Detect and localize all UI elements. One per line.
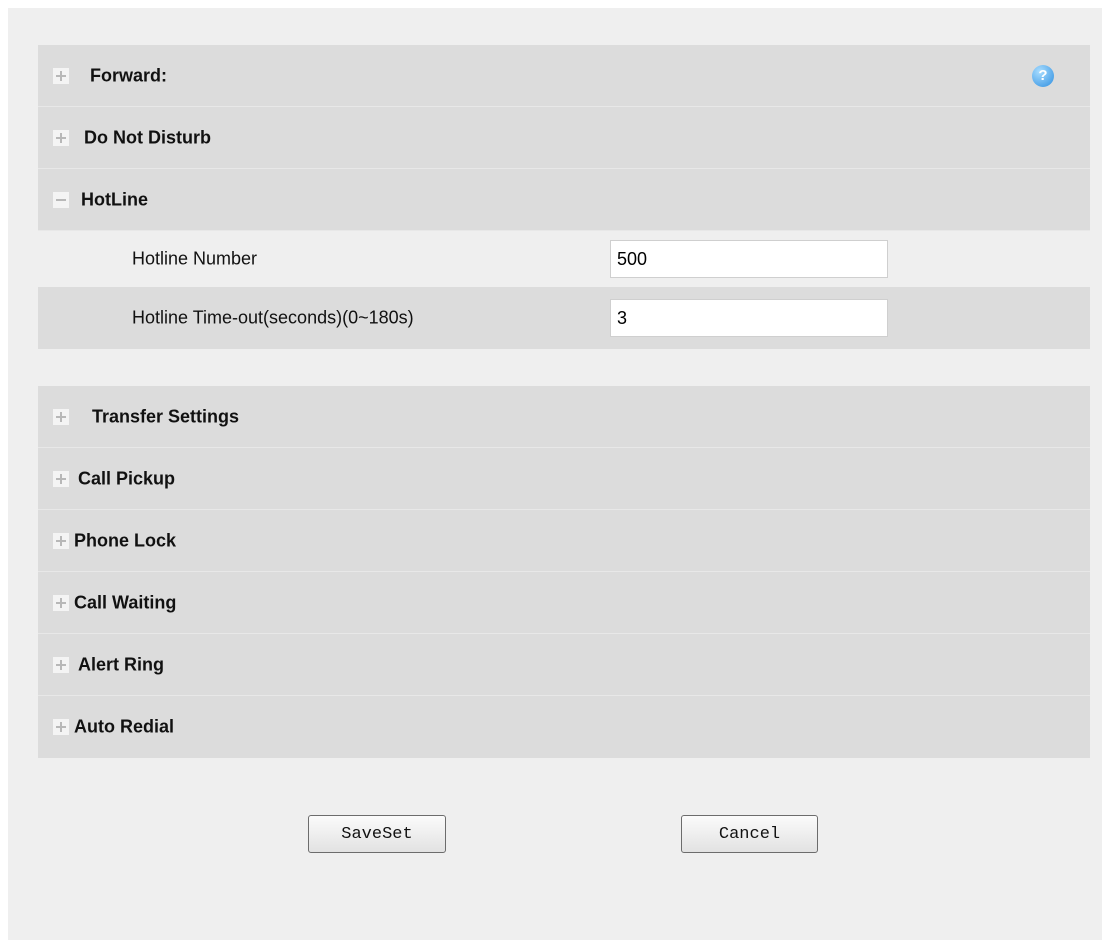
hotline-number-row: Hotline Number <box>38 231 1090 287</box>
cancel-button[interactable]: Cancel <box>681 815 818 853</box>
section-call-pickup-label: Call Pickup <box>78 468 176 488</box>
settings-panel-bottom: Transfer Settings Call Pickup Phone Lock… <box>38 386 1090 758</box>
expand-plus-icon[interactable] <box>53 470 69 487</box>
section-hotline-label: HotLine <box>81 189 148 209</box>
section-call-pickup[interactable]: Call Pickup <box>38 448 1090 510</box>
section-auto-redial[interactable]: Auto Redial <box>38 696 1090 758</box>
section-alert-ring-label: Alert Ring <box>78 654 165 674</box>
expand-plus-icon[interactable] <box>53 67 69 84</box>
section-transfer-label: Transfer Settings <box>92 406 240 426</box>
save-button[interactable]: SaveSet <box>308 815 446 853</box>
section-phone-lock[interactable]: Phone Lock <box>38 510 1090 572</box>
expand-plus-icon[interactable] <box>53 408 69 425</box>
section-forward[interactable]: Forward: ? <box>38 45 1090 107</box>
settings-panel-top: Forward: ? Do Not Disturb HotLine Hotlin… <box>38 45 1090 349</box>
section-alert-ring[interactable]: Alert Ring <box>38 634 1090 696</box>
expand-plus-icon[interactable] <box>53 719 69 735</box>
section-transfer-settings[interactable]: Transfer Settings <box>38 386 1090 448</box>
hotline-timeout-row: Hotline Time-out(seconds)(0~180s) <box>38 287 1090 349</box>
section-hotline[interactable]: HotLine <box>38 169 1090 231</box>
section-dnd-label: Do Not Disturb <box>84 127 211 147</box>
expand-plus-icon[interactable] <box>53 594 69 611</box>
expand-plus-icon[interactable] <box>53 129 69 146</box>
section-call-waiting[interactable]: Call Waiting <box>38 572 1090 634</box>
section-phone-lock-label: Phone Lock <box>74 530 177 550</box>
section-auto-redial-label: Auto Redial <box>74 716 175 737</box>
hotline-timeout-label: Hotline Time-out(seconds)(0~180s) <box>132 307 414 328</box>
expand-plus-icon[interactable] <box>53 532 69 549</box>
section-forward-label: Forward: <box>90 65 168 85</box>
hotline-timeout-input[interactable] <box>610 299 888 337</box>
help-icon[interactable]: ? <box>1032 64 1054 87</box>
section-do-not-disturb[interactable]: Do Not Disturb <box>38 107 1090 169</box>
hotline-number-label: Hotline Number <box>132 248 258 269</box>
section-call-waiting-label: Call Waiting <box>74 592 177 612</box>
collapse-minus-icon[interactable] <box>53 191 69 208</box>
hotline-number-input[interactable] <box>610 240 888 278</box>
expand-plus-icon[interactable] <box>53 656 69 673</box>
